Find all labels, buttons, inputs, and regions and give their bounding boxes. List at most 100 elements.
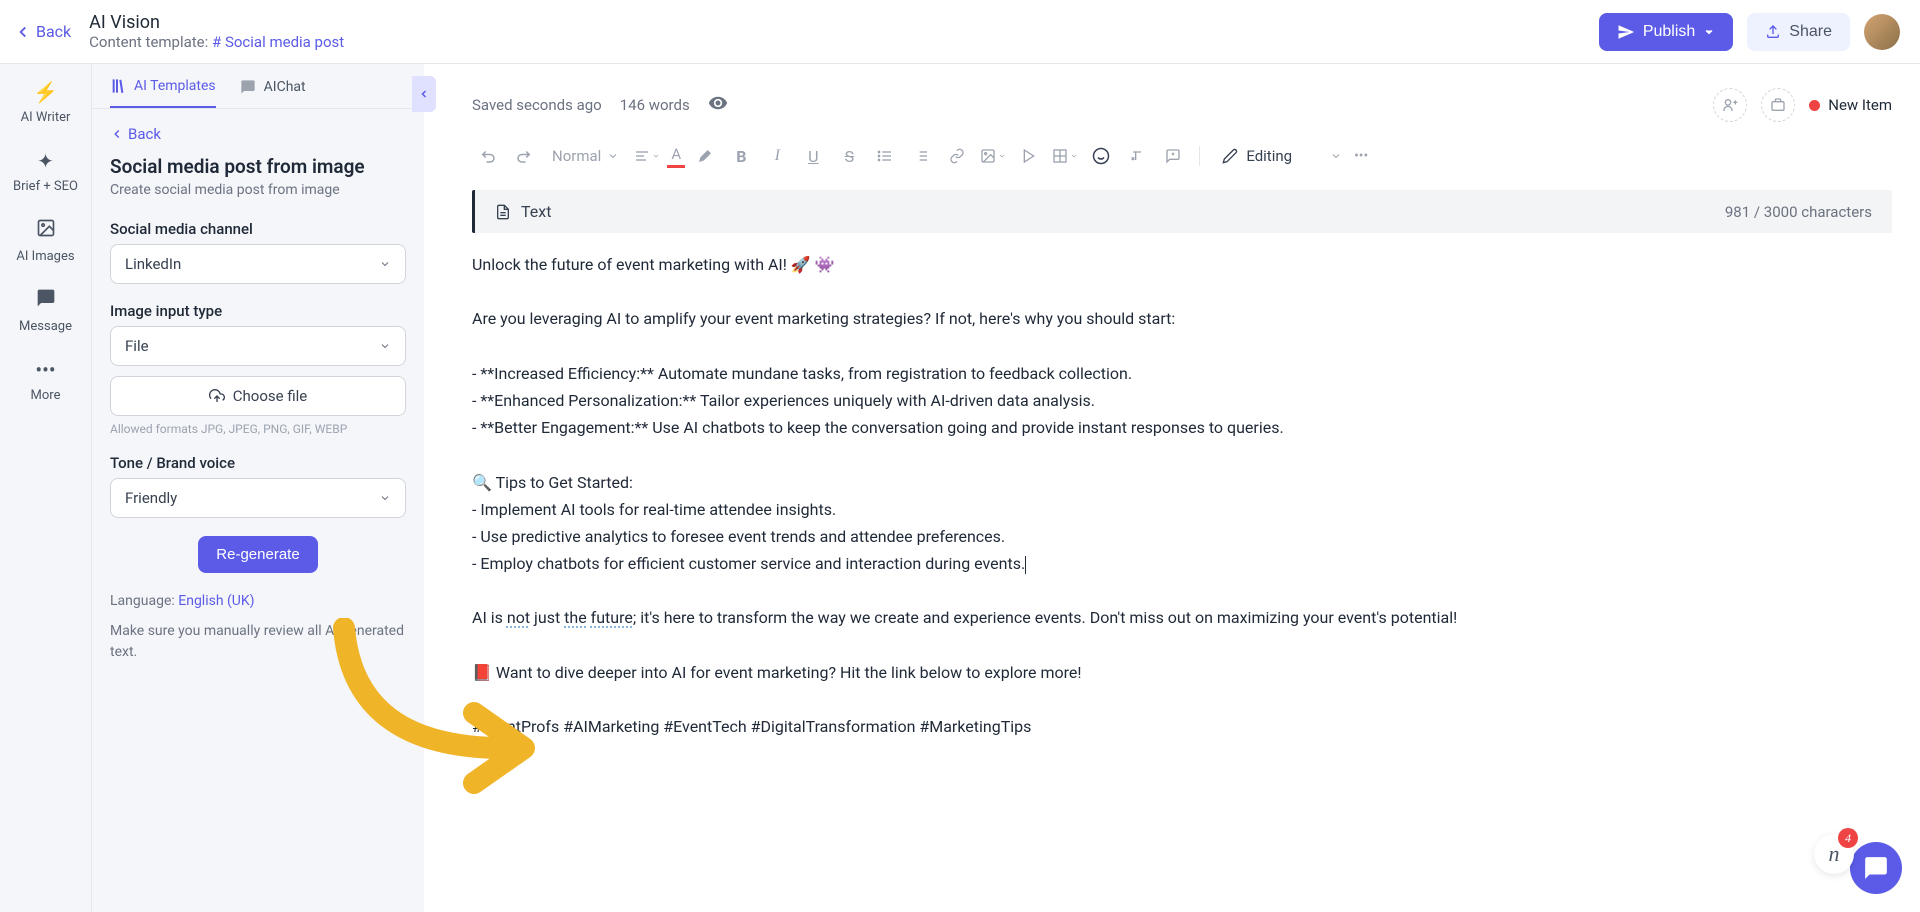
rail-more[interactable]: ••• More [31,358,61,403]
sidebar-back-label: Back [128,125,161,143]
content-line: 📕 Want to dive deeper into AI for event … [472,659,1892,686]
upload-icon [1765,24,1781,40]
underline-button[interactable]: U [797,140,829,172]
rail-ai-writer[interactable]: ⚡ AI Writer [21,80,71,125]
content-body[interactable]: Unlock the future of event marketing wit… [472,251,1892,740]
character-count: 981 / 3000 characters [1725,203,1872,221]
text-color-button[interactable]: A [667,145,685,168]
tone-label: Tone / Brand voice [110,454,406,472]
channel-select[interactable]: LinkedIn [110,244,406,284]
input-type-select[interactable]: File [110,326,406,366]
review-warning: Make sure you manually review all AI gen… [110,621,406,663]
italic-icon: I [775,147,780,165]
tone-select[interactable]: Friendly [110,478,406,518]
list-ordered-icon [913,148,929,164]
underline-icon: U [808,147,818,166]
align-button[interactable] [631,140,663,172]
link-button[interactable] [941,140,973,172]
intercom-icon [1863,855,1889,881]
content-line: - **Better Engagement:** Use AI chatbots… [472,414,1892,441]
ordered-list-button[interactable] [905,140,937,172]
publish-button[interactable]: Publish [1599,13,1733,51]
helper-badge[interactable]: n 4 [1814,834,1854,874]
send-icon [1617,23,1635,41]
user-plus-icon [1722,97,1738,113]
ellipsis-icon: ••• [35,358,55,382]
back-button[interactable]: Back [14,22,71,41]
play-icon [1021,148,1037,164]
undo-icon [479,147,497,165]
comment-button[interactable] [1157,140,1189,172]
content-line: - Implement AI tools for real-time atten… [472,496,1892,523]
sidebar-back-button[interactable]: Back [110,125,406,143]
image-button[interactable] [977,140,1009,172]
add-user-placeholder[interactable] [1713,88,1747,122]
chevron-down-icon [1330,150,1342,162]
allowed-formats-text: Allowed formats JPG, JPEG, PNG, GIF, WEB… [110,422,406,436]
tone-value: Friendly [125,489,177,507]
redo-icon [515,147,533,165]
list-icon [877,148,893,164]
tab-ai-chat[interactable]: AIChat [240,78,306,108]
undo-button[interactable] [472,140,504,172]
language-link[interactable]: English (UK) [178,593,254,609]
share-button[interactable]: Share [1747,13,1850,51]
rail-brief-seo[interactable]: ✦ Brief + SEO [13,149,78,194]
template-link[interactable]: # Social media post [212,33,344,51]
strikethrough-button[interactable]: S [833,140,865,172]
cloud-upload-icon [209,388,225,404]
rail-label: Brief + SEO [13,179,78,194]
emoji-button[interactable] [1085,140,1117,172]
user-avatar[interactable] [1864,14,1900,50]
chat-launcher[interactable] [1850,842,1902,894]
new-item-button[interactable]: New Item [1809,96,1892,114]
regenerate-button[interactable]: Re-generate [198,536,317,573]
text-block-header[interactable]: Text 981 / 3000 characters [472,190,1892,233]
chevron-left-icon [110,127,124,141]
block-style-label: Normal [552,147,601,165]
clear-format-icon [1129,148,1145,164]
bullet-list-button[interactable] [869,140,901,172]
target-icon: ✦ [37,149,54,173]
eye-icon [708,93,728,113]
choose-file-label: Choose file [233,387,307,405]
video-button[interactable] [1013,140,1045,172]
align-left-icon [634,148,650,164]
rail-label: More [31,388,61,403]
rail-label: AI Images [16,249,74,264]
rail-message[interactable]: Message [19,288,72,334]
redo-button[interactable] [508,140,540,172]
add-folder-placeholder[interactable] [1761,88,1795,122]
rail-ai-images[interactable]: AI Images [16,218,74,264]
content-line: - Use predictive analytics to foresee ev… [472,523,1892,550]
page-title: AI Vision [89,12,344,33]
highlight-button[interactable] [689,140,721,172]
mode-dropdown[interactable]: Editing [1222,147,1342,165]
clear-format-button[interactable] [1121,140,1153,172]
new-item-label: New Item [1828,96,1892,114]
chevron-down-icon [379,258,391,270]
italic-button[interactable]: I [761,140,793,172]
bold-button[interactable]: B [725,140,757,172]
toolbar-more-button[interactable]: ••• [1354,148,1368,164]
back-label: Back [36,22,71,41]
preview-button[interactable] [708,93,728,117]
table-button[interactable] [1049,140,1081,172]
input-type-value: File [125,337,149,355]
text-block-label: Text [521,202,551,221]
strikethrough-icon: S [845,147,855,166]
editor-toolbar: Normal A B I U S Edit [472,140,1892,172]
channel-label: Social media channel [110,220,406,238]
choose-file-button[interactable]: Choose file [110,376,406,416]
chevron-left-icon [418,88,430,100]
chevron-down-icon [379,492,391,504]
block-style-dropdown[interactable]: Normal [544,143,627,169]
sidebar-collapse-handle[interactable] [412,76,436,112]
publish-label: Publish [1643,23,1695,41]
tab-ai-templates[interactable]: AI Templates [110,78,216,108]
sidebar-title: Social media post from image [110,155,406,178]
tab-label: AI Templates [134,78,216,94]
content-line: Unlock the future of event marketing wit… [472,251,1892,278]
content-line: #EventProfs #AIMarketing #EventTech #Dig… [472,713,1892,740]
image-icon [36,218,56,243]
